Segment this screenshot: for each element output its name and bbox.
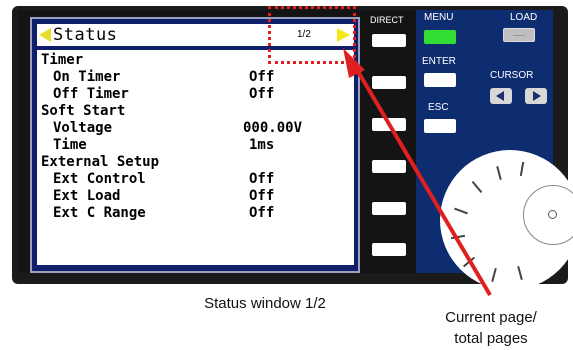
status-window-caption: Status window 1/2 xyxy=(204,295,326,312)
page-caption-line2: total pages xyxy=(454,330,528,347)
page-caption-line1: Current page/ xyxy=(445,309,537,326)
